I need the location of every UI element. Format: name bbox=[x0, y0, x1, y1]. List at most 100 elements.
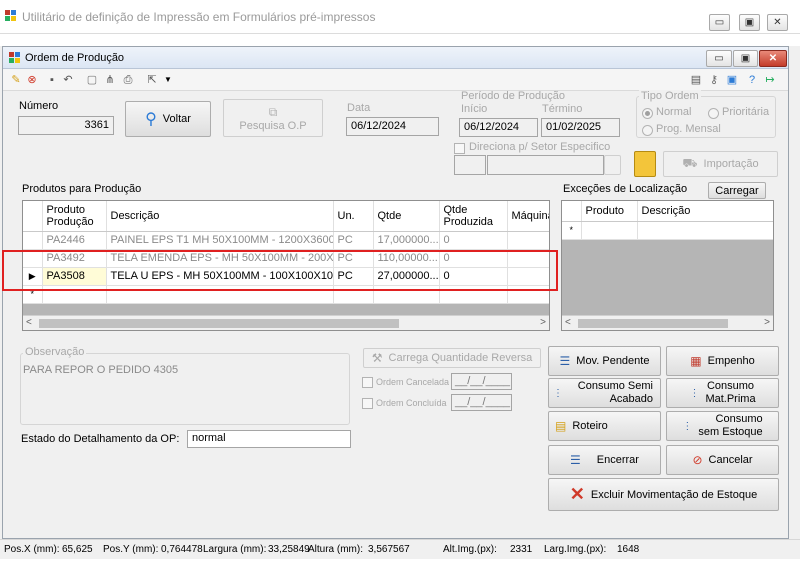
col-qtde-produzida[interactable]: Qtde Produzida bbox=[439, 201, 508, 232]
row-header[interactable]: * bbox=[562, 221, 582, 240]
tipo-prog-radio[interactable] bbox=[642, 125, 653, 136]
form-restore-button[interactable]: ▣ bbox=[733, 50, 758, 67]
cell-produto[interactable]: PA2446 bbox=[42, 231, 107, 250]
carregar-button[interactable]: Carregar bbox=[708, 182, 766, 199]
excecoes-hscrollbar[interactable]: < > bbox=[562, 315, 773, 330]
tipo-prog-label: Prog. Mensal bbox=[656, 123, 721, 135]
observacao-label: Observação bbox=[23, 346, 87, 358]
app-close-button[interactable]: ✕ bbox=[767, 14, 788, 31]
consumo-semi-text: Consumo Semi Acabado bbox=[569, 380, 653, 406]
form-toolbar: ✎ ⊗ ▪ ↶ ▢ ⋔ ⎙ ⇱ ▼ ▤ ⚷ ▣ ? ↦ bbox=[3, 69, 788, 91]
concluida-date-field[interactable]: __/__/____ bbox=[451, 394, 512, 411]
importacao-button[interactable]: ⛟ Importação bbox=[663, 151, 778, 177]
key-icon[interactable]: ⚷ bbox=[707, 73, 721, 87]
col-un[interactable]: Un. bbox=[333, 201, 374, 232]
row-header[interactable] bbox=[23, 231, 43, 250]
print-icon[interactable]: ⎙ bbox=[121, 73, 135, 87]
exit-icon[interactable]: ↦ bbox=[763, 73, 777, 87]
cell-empty[interactable] bbox=[637, 221, 773, 240]
data-field[interactable]: 06/12/2024 bbox=[346, 117, 439, 136]
cell-qtde[interactable]: 17,000000... bbox=[373, 231, 440, 250]
list-icon: ⋮ bbox=[689, 387, 700, 399]
carrega-reversa-button[interactable]: ⚒ Carrega Quantidade Reversa bbox=[363, 348, 541, 368]
col-maquina[interactable]: Máquina Op. bbox=[507, 201, 549, 232]
list-icon: ☰ bbox=[559, 354, 571, 368]
list-icon: ☰ bbox=[570, 453, 581, 467]
col-exc-descricao[interactable]: Descrição bbox=[637, 201, 773, 222]
inicio-label: Início bbox=[461, 103, 488, 115]
tipo-prioritaria-radio[interactable] bbox=[708, 108, 719, 119]
form-close-button[interactable]: ✕ bbox=[759, 50, 787, 67]
chevron-down-icon[interactable]: ▼ bbox=[161, 73, 175, 87]
mov-pendente-button[interactable]: ☰ Mov. Pendente bbox=[548, 346, 661, 376]
cancelada-date-field[interactable]: __/__/____ bbox=[451, 373, 512, 390]
col-descricao[interactable]: Descrição bbox=[106, 201, 334, 232]
col-produto[interactable]: Produto Produção bbox=[42, 201, 107, 232]
col-exc-produto[interactable]: Produto bbox=[581, 201, 638, 222]
scroll-right-icon[interactable]: > bbox=[540, 317, 546, 328]
table-row[interactable]: PA2446 PAINEL EPS T1 MH 50X100MM - 1200X… bbox=[23, 231, 549, 250]
scroll-left-icon[interactable]: < bbox=[26, 317, 32, 328]
posx-value: 65,625 bbox=[62, 544, 93, 555]
delete-icon[interactable]: ⊗ bbox=[25, 73, 39, 87]
cell-empty[interactable] bbox=[581, 221, 638, 240]
cell-descricao[interactable]: PAINEL EPS T1 MH 50X100MM - 1200X3600... bbox=[106, 231, 334, 250]
consumo-semi-button[interactable]: ⋮ Consumo Semi Acabado bbox=[548, 378, 661, 408]
export-icon[interactable]: ⇱ bbox=[145, 73, 159, 87]
help-icon[interactable]: ? bbox=[745, 73, 759, 87]
consumo-mat-prima-button[interactable]: ⋮ Consumo Mat.Prima bbox=[666, 378, 779, 408]
inicio-field[interactable]: 06/12/2024 bbox=[459, 118, 538, 137]
termino-field[interactable]: 01/02/2025 bbox=[541, 118, 620, 137]
scroll-thumb[interactable] bbox=[578, 319, 728, 328]
cancelar-button[interactable]: ⊘ Cancelar bbox=[666, 445, 779, 475]
app-restore-button[interactable]: ▣ bbox=[739, 14, 760, 31]
cell-qtde-produzida[interactable]: 0 bbox=[439, 231, 508, 250]
observacao-text[interactable]: PARA REPOR O PEDIDO 4305 bbox=[23, 364, 178, 376]
tree-icon[interactable]: ⋔ bbox=[103, 73, 117, 87]
direciona-checkbox[interactable] bbox=[454, 143, 465, 154]
save-icon[interactable]: ▪ bbox=[45, 73, 59, 87]
app-minimize-button[interactable]: ▭ bbox=[709, 14, 730, 31]
setor-code-field[interactable] bbox=[454, 155, 486, 175]
ordem-concluida-checkbox[interactable] bbox=[362, 398, 373, 409]
form-minimize-button[interactable]: ▭ bbox=[706, 50, 732, 67]
app-title-bar: Utilitário de definição de Impressão em … bbox=[0, 0, 800, 34]
consumo-mat-line2: Mat.Prima bbox=[705, 393, 756, 405]
setor-name-field[interactable] bbox=[487, 155, 604, 175]
ordem-producao-window: Ordem de Produção ▭ ▣ ✕ ✎ ⊗ ▪ ↶ ▢ ⋔ ⎙ ⇱ … bbox=[2, 46, 789, 539]
new-row[interactable]: * bbox=[562, 221, 773, 240]
consumo-sem-estoque-button[interactable]: ⋮ Consumo sem Estoque bbox=[666, 411, 779, 441]
col-qtde[interactable]: Qtde bbox=[373, 201, 440, 232]
setor-search-button[interactable] bbox=[604, 155, 621, 175]
cancelar-label: Cancelar bbox=[708, 454, 753, 466]
roteiro-button[interactable]: ▤ Roteiro bbox=[548, 411, 661, 441]
window-icon[interactable]: ▣ bbox=[725, 73, 739, 87]
panel-icon[interactable]: ▤ bbox=[689, 73, 703, 87]
encerrar-button[interactable]: ☰ Encerrar bbox=[548, 445, 661, 475]
scroll-left-icon[interactable]: < bbox=[565, 317, 571, 328]
numero-label: Número bbox=[19, 100, 59, 112]
copy-icon[interactable]: ▢ bbox=[85, 73, 99, 87]
estado-field[interactable]: normal bbox=[187, 430, 351, 448]
empenho-button[interactable]: ▦ Empenho bbox=[666, 346, 779, 376]
undo-icon[interactable]: ↶ bbox=[61, 73, 75, 87]
excluir-movimentacao-button[interactable]: ✕ Excluir Movimentação de Estoque bbox=[548, 478, 779, 511]
edit-icon[interactable]: ✎ bbox=[9, 73, 23, 87]
pesquisa-op-button[interactable]: ⧉ Pesquisa O.P bbox=[223, 99, 323, 137]
scroll-icon[interactable] bbox=[634, 151, 656, 177]
tipo-normal-radio[interactable] bbox=[642, 108, 653, 119]
scroll-right-icon[interactable]: > bbox=[764, 317, 770, 328]
bottom-border bbox=[0, 559, 800, 569]
empenho-label: Empenho bbox=[707, 355, 755, 367]
produtos-hscrollbar[interactable]: < > bbox=[23, 315, 549, 330]
roteiro-label: Roteiro bbox=[572, 420, 608, 432]
scroll-thumb[interactable] bbox=[39, 319, 399, 328]
altimg-value: 2331 bbox=[510, 544, 533, 555]
cell-maquina[interactable] bbox=[507, 231, 549, 250]
voltar-button[interactable]: ⚲ Voltar bbox=[125, 101, 211, 137]
ordem-cancelada-checkbox[interactable] bbox=[362, 377, 373, 388]
encerrar-label: Encerrar bbox=[596, 454, 639, 466]
cell-un[interactable]: PC bbox=[333, 231, 374, 250]
excecoes-grid[interactable]: Produto Descrição * < > bbox=[561, 200, 774, 331]
numero-field[interactable]: 3361 bbox=[18, 116, 114, 135]
